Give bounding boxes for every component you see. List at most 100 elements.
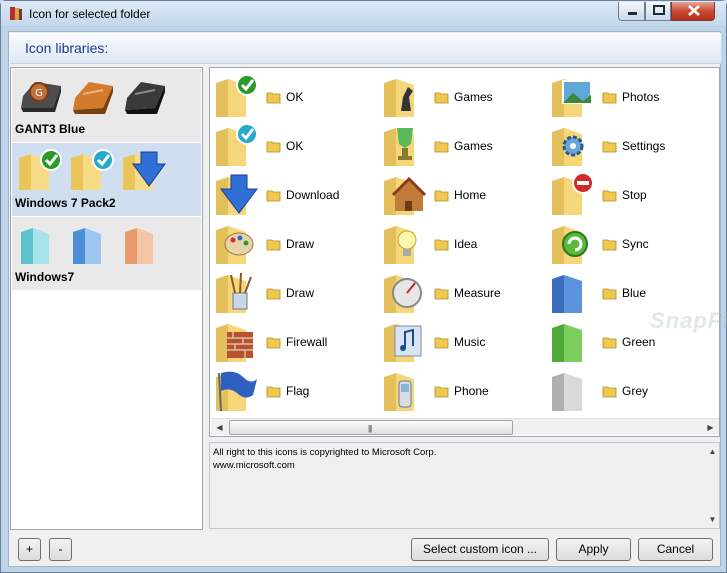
icon-option[interactable]: Download xyxy=(213,171,378,217)
folder-gauge-icon xyxy=(384,275,422,313)
icon-option[interactable]: Grey xyxy=(549,367,714,413)
folder-phone-icon xyxy=(384,373,414,411)
icon-grid[interactable]: OK Games Photos OK Games Settings Download Home… xyxy=(209,67,727,437)
gant-disc-folder-icon: G xyxy=(21,82,61,112)
select-custom-icon-button[interactable]: Select custom icon ... xyxy=(411,538,549,561)
small-folder-icon xyxy=(266,239,281,251)
folder-stop-icon xyxy=(552,172,594,215)
small-folder-icon xyxy=(266,386,281,398)
scroll-thumb[interactable]: ||| xyxy=(229,420,513,435)
scroll-up-icon[interactable]: ▲ xyxy=(705,443,720,460)
icon-option[interactable]: Draw xyxy=(213,269,378,315)
icon-option-label: Firewall xyxy=(286,335,328,349)
icon-option-label: Blue xyxy=(622,286,647,300)
icon-option[interactable]: Sync xyxy=(549,220,714,266)
small-folder-icon xyxy=(434,239,449,251)
library-item-gant3-blue[interactable]: G GANT3 Blue xyxy=(12,69,201,142)
icon-option[interactable]: Games xyxy=(381,73,546,119)
icon-option-label: Photos xyxy=(622,90,660,104)
folder-peach-icon xyxy=(125,228,153,264)
icon-option[interactable]: Draw xyxy=(213,220,378,266)
icon-option-label: Flag xyxy=(286,384,310,398)
title-bar[interactable]: Icon for selected folder xyxy=(1,1,726,26)
folder-brushes-icon xyxy=(216,272,252,313)
scroll-grip-icon: ||| xyxy=(368,424,372,433)
small-folder-icon xyxy=(266,92,281,104)
small-folder-icon xyxy=(434,386,449,398)
folder-trophy-icon xyxy=(384,128,414,166)
icon-option[interactable]: OK xyxy=(213,122,378,168)
icon-option[interactable]: Games xyxy=(381,122,546,168)
small-folder-icon xyxy=(602,239,617,251)
icon-option[interactable]: Phone xyxy=(381,367,546,413)
icon-option-label: Green xyxy=(622,335,656,349)
maximize-icon xyxy=(653,5,665,15)
library-name: Windows7 xyxy=(15,270,75,284)
icon-option[interactable]: Stop xyxy=(549,171,714,217)
small-folder-icon xyxy=(602,141,617,153)
folder-blue-icon xyxy=(73,228,101,264)
copyright-text: All right to this icons is copyrighted t… xyxy=(213,447,437,458)
library-list[interactable]: G GANT3 Blue Windows 7 Pack2 Windows7 xyxy=(10,67,203,530)
watermark: SnapFiles xyxy=(650,308,727,333)
icon-option-label: Music xyxy=(454,335,486,349)
small-folder-icon xyxy=(434,141,449,153)
small-folder-icon xyxy=(602,92,617,104)
close-button[interactable] xyxy=(671,2,715,21)
icon-option[interactable]: Home xyxy=(381,171,546,217)
icon-option-label: Home xyxy=(454,188,487,202)
library-item-windows7-pack2[interactable]: Windows 7 Pack2 xyxy=(12,143,201,216)
folder-firewall-icon xyxy=(216,324,253,362)
folder-bulb-icon xyxy=(384,226,417,264)
library-item-windows7[interactable]: Windows7 xyxy=(12,217,201,290)
icon-option[interactable]: Flag xyxy=(213,367,378,413)
window-title: Icon for selected folder xyxy=(29,7,151,21)
apply-button[interactable]: Apply xyxy=(556,538,631,561)
small-folder-icon xyxy=(266,190,281,202)
icon-option-label: Download xyxy=(286,188,340,202)
small-folder-icon xyxy=(266,288,281,300)
icon-option[interactable]: Idea xyxy=(381,220,546,266)
folder-chess-icon xyxy=(384,79,414,117)
icon-option-label: Draw xyxy=(286,286,315,300)
small-folder-icon xyxy=(602,190,617,202)
folder-photo-icon xyxy=(552,79,592,117)
folder-palette-icon xyxy=(216,226,254,264)
icon-option[interactable]: Settings xyxy=(549,122,714,168)
scroll-right-icon[interactable]: ▶ xyxy=(702,419,719,436)
icon-option-label: Grey xyxy=(622,384,649,398)
folder-check-green-icon xyxy=(19,149,62,190)
vertical-scrollbar[interactable]: ▲ ▼ xyxy=(705,443,720,528)
small-folder-icon xyxy=(602,288,617,300)
gant-orange-folder-icon xyxy=(73,82,113,114)
remove-library-button[interactable]: - xyxy=(49,538,72,561)
maximize-button[interactable] xyxy=(645,2,671,21)
icon-option[interactable]: Measure xyxy=(381,269,546,315)
folder-download-icon xyxy=(123,151,166,190)
download-arrow-icon xyxy=(216,174,258,215)
small-folder-icon xyxy=(266,141,281,153)
icon-option[interactable]: OK xyxy=(213,73,378,119)
minimize-button[interactable] xyxy=(618,2,645,21)
scroll-left-icon[interactable]: ◀ xyxy=(211,419,228,436)
folder-check-blue-icon xyxy=(71,149,114,190)
icon-option[interactable]: Music xyxy=(381,318,546,364)
library-header-title: Icon libraries: xyxy=(25,40,109,56)
icon-option-label: Measure xyxy=(454,286,501,300)
icon-option-label: Stop xyxy=(622,188,647,202)
icon-option[interactable]: Photos xyxy=(549,73,714,119)
add-library-button[interactable]: + xyxy=(18,538,41,561)
copyright-url: www.microsoft.com xyxy=(213,460,295,471)
folder-gear-icon xyxy=(552,128,584,166)
folder-check-green-icon xyxy=(216,74,258,117)
cancel-button[interactable]: Cancel xyxy=(638,538,713,561)
folder-teal-icon xyxy=(21,228,49,264)
icon-option[interactable]: Firewall xyxy=(213,318,378,364)
scroll-down-icon[interactable]: ▼ xyxy=(705,511,720,528)
copyright-box: All right to this icons is copyrighted t… xyxy=(209,442,720,529)
small-folder-icon xyxy=(602,337,617,349)
svg-text:G: G xyxy=(35,88,43,99)
horizontal-scrollbar[interactable]: ◀ ||| ▶ xyxy=(211,418,719,435)
folder-grey-icon xyxy=(552,373,582,411)
icon-option-label: Idea xyxy=(454,237,478,251)
